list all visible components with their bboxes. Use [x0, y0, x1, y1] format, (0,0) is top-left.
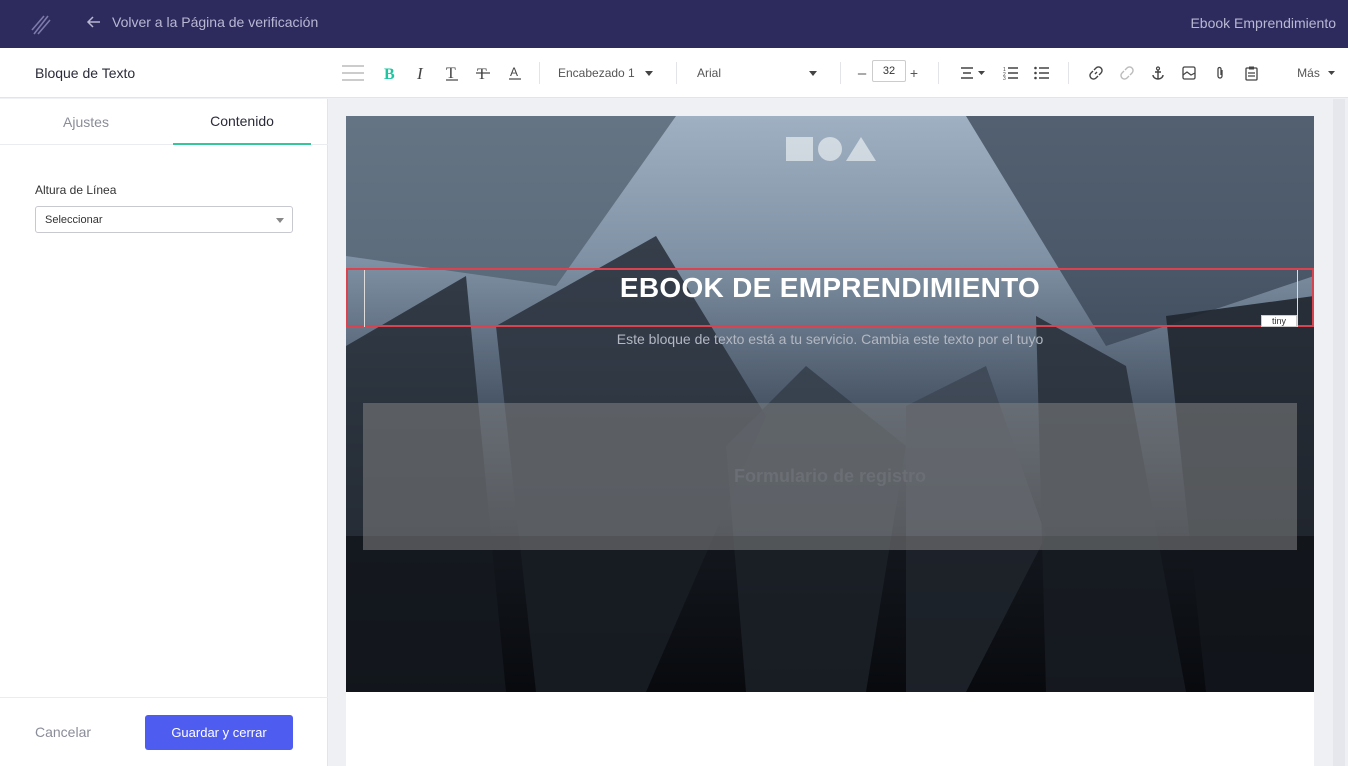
align-center-icon — [960, 67, 973, 79]
anchor-icon[interactable] — [1149, 48, 1167, 98]
settings-panel: Ajustes Contenido Altura de Línea Selecc… — [0, 99, 328, 766]
editor-toolbar: Bloque de Texto B I T T A Encabezado 1 A… — [0, 48, 1348, 98]
block-format-dropdown[interactable]: Encabezado 1 — [558, 48, 654, 98]
line-height-label: Altura de Línea — [35, 183, 117, 197]
panel-tabs: Ajustes Contenido — [0, 99, 328, 145]
svg-text:I: I — [416, 65, 424, 81]
tiny-badge-label: tiny — [1271, 316, 1286, 326]
caret-down-icon — [276, 218, 284, 223]
font-family-value: Arial — [697, 66, 722, 80]
block-format-value: Encabezado 1 — [558, 66, 635, 80]
font-size-increase-button[interactable]: + — [907, 48, 921, 98]
paste-icon[interactable] — [1242, 48, 1260, 98]
project-title: Ebook Emprendimiento — [1190, 15, 1336, 31]
arrow-left-icon — [86, 16, 100, 28]
font-family-dropdown[interactable]: Arial — [697, 48, 817, 98]
canvas-scrollbar[interactable] — [1333, 99, 1345, 766]
panel-footer: Cancelar Guardar y cerrar — [0, 697, 328, 766]
attachment-icon[interactable] — [1211, 48, 1229, 98]
svg-text:A: A — [510, 65, 518, 79]
more-menu[interactable]: Más — [1296, 48, 1336, 98]
caret-down-icon — [1327, 71, 1335, 75]
more-label: Más — [1297, 66, 1320, 80]
toolbar-divider — [840, 62, 841, 84]
bullet-list-icon[interactable] — [1033, 48, 1051, 98]
caret-down-icon — [977, 71, 985, 75]
back-link-label: Volver a la Página de verificación — [112, 14, 319, 30]
toolbar-divider — [676, 62, 677, 84]
ordered-list-icon[interactable]: 123 — [1002, 48, 1020, 98]
caret-down-icon — [644, 70, 653, 76]
tiny-editor-badge[interactable]: tiny — [1261, 315, 1297, 327]
toolbar-divider — [1068, 62, 1069, 84]
save-and-close-button[interactable]: Guardar y cerrar — [145, 715, 293, 750]
top-bar: Volver a la Página de verificación Ebook… — [0, 0, 1348, 48]
underline-text-icon[interactable]: T — [442, 48, 462, 98]
app-logo-icon[interactable] — [30, 12, 52, 36]
link-icon[interactable] — [1087, 48, 1105, 98]
svg-text:B: B — [384, 66, 395, 81]
page-headline[interactable]: EBOOK DE EMPRENDIMIENTO — [346, 272, 1314, 304]
hero-section[interactable]: EBOOK DE EMPRENDIMIENTO tiny Este bloque… — [346, 116, 1314, 692]
strikethrough-icon[interactable]: T — [473, 48, 493, 98]
caret-down-icon — [809, 70, 817, 76]
toolbar-divider — [938, 62, 939, 84]
editor-canvas: EBOOK DE EMPRENDIMIENTO tiny Este bloque… — [329, 99, 1348, 766]
font-size-decrease-button[interactable]: – — [856, 48, 868, 98]
svg-text:3: 3 — [1003, 76, 1006, 80]
block-title: Bloque de Texto — [35, 65, 136, 81]
font-size-input[interactable]: 32 — [872, 60, 906, 82]
landing-page-preview: EBOOK DE EMPRENDIMIENTO tiny Este bloque… — [346, 116, 1314, 766]
registration-form-label: Formulario de registro — [733, 466, 927, 486]
text-color-icon[interactable]: A — [505, 48, 525, 98]
toolbar-divider — [539, 62, 540, 84]
italic-icon[interactable]: I — [411, 48, 431, 98]
tab-ajustes[interactable]: Ajustes — [17, 99, 155, 145]
back-link[interactable]: Volver a la Página de verificación — [86, 14, 318, 30]
cancel-button[interactable]: Cancelar — [35, 724, 91, 740]
brand-logo-icon — [786, 137, 876, 161]
drag-handle-icon[interactable] — [340, 48, 366, 98]
page-subtitle[interactable]: Este bloque de texto está a tu servicio.… — [346, 331, 1314, 347]
unlink-icon[interactable] — [1118, 48, 1136, 98]
line-height-select[interactable]: Seleccionar — [35, 206, 293, 233]
align-dropdown[interactable] — [955, 48, 989, 98]
tab-contenido[interactable]: Contenido — [173, 99, 311, 145]
line-height-select-value: Seleccionar — [45, 213, 103, 226]
registration-form-placeholder[interactable]: Formulario de registro — [363, 403, 1297, 550]
image-icon[interactable] — [1180, 48, 1198, 98]
svg-text:T: T — [446, 65, 456, 81]
bold-icon[interactable]: B — [380, 48, 400, 98]
